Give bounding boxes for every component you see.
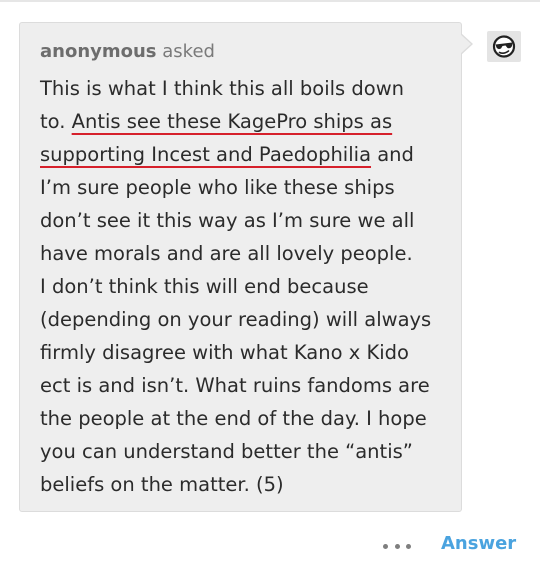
question-line: supporting Incest and Paedophilia and [40, 138, 441, 171]
question-line: to. Antis see these KagePro ships as [40, 105, 441, 138]
asker-verb: asked [162, 41, 215, 62]
question-line: This is what I think this all boils down [40, 77, 405, 100]
more-dots-icon [394, 543, 400, 549]
question-text-segment: and [371, 143, 414, 166]
asker-name[interactable]: anonymous [40, 41, 157, 62]
asker-line: anonymous asked [40, 40, 441, 64]
avatar[interactable] [487, 31, 521, 62]
question-line: have morals and are all lovely people. [40, 242, 413, 265]
question-line: you can understand better the “antis” [40, 440, 413, 463]
sunglasses-face-icon [492, 35, 516, 58]
answer-button[interactable]: Answer [441, 533, 516, 554]
question-line: firmly disagree with what Kano x Kido [40, 341, 409, 364]
more-dots-icon [406, 543, 411, 549]
red-underlined-text: Antis see these KagePro ships as [71, 110, 393, 133]
question-line: ect is and isn’t. What ruins fandoms are [40, 374, 430, 397]
question-line: beliefs on the matter. (5) [40, 473, 284, 496]
more-options-button[interactable] [383, 536, 411, 556]
top-divider [0, 0, 540, 2]
question-line: the people at the end of the day. I hope [40, 407, 427, 430]
question-line: don’t see it this way as I’m sure we all [40, 209, 415, 232]
question-line: (depending on your reading) will always [40, 308, 432, 331]
red-underlined-text: supporting Incest and Paedophilia [40, 143, 372, 166]
question-line: I’m sure people who like these ships [40, 176, 395, 199]
question-text: This is what I think this all boils down… [40, 72, 441, 501]
question-text-segment: to. [40, 110, 72, 133]
more-dots-icon [383, 543, 388, 549]
bubble-tail [460, 34, 471, 54]
question-line: I don’t think this will end because [40, 275, 369, 298]
ask-bubble: anonymous asked This is what I think thi… [19, 22, 462, 512]
